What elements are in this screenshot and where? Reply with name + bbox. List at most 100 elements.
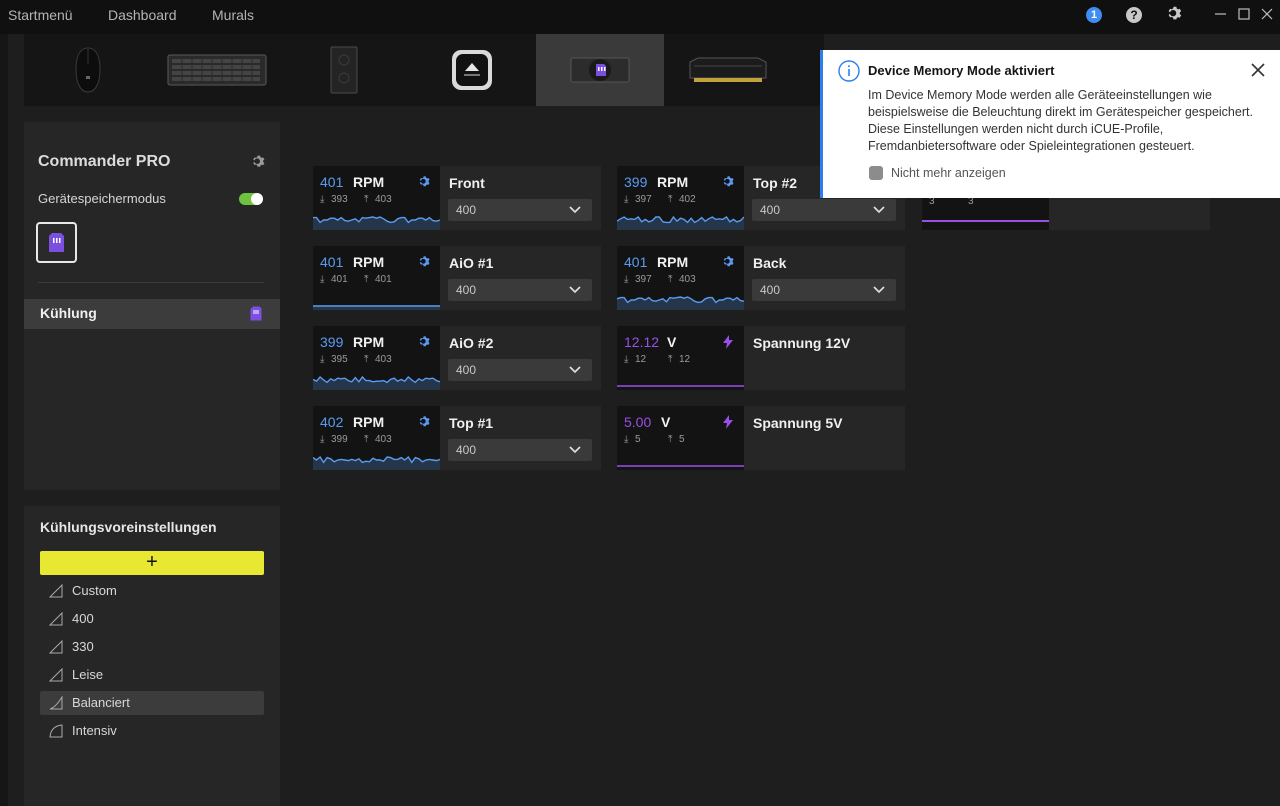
maximize-icon[interactable] [1235,5,1253,23]
preset-item-leise[interactable]: Leise [40,663,264,687]
reading-value: 402 [320,414,344,430]
max-arrow-icon: ⤒ [668,194,673,205]
close-icon[interactable] [1250,62,1266,78]
tile-name: Front [449,175,485,191]
max-label: 12 [679,354,691,365]
tile-monitor: 401 RPM ⤓ 397 ⤒ 403 [617,246,744,310]
preset-label: Custom [72,583,117,598]
preset-dropdown[interactable]: 400 [448,279,592,301]
fan-tile[interactable]: 401 RPM ⤓ 401 ⤒ 401 AiO #1 400 [313,246,601,310]
reading-value: 401 [320,254,344,270]
reading-unit: V [667,334,677,350]
help-icon[interactable]: ? [1126,7,1142,23]
preset-dropdown[interactable]: 400 [448,439,592,461]
left-gutter [8,34,24,806]
category-cooling[interactable]: Kühlung [24,299,280,329]
notification-toast: Device Memory Mode aktiviert Im Device M… [820,50,1280,198]
case-icon [330,46,358,94]
notification-body: Im Device Memory Mode werden alle Geräte… [868,88,1253,153]
dont-show-checkbox[interactable] [869,166,883,180]
close-window-icon[interactable] [1258,5,1276,23]
device-settings-gear-icon[interactable] [250,154,266,170]
chevron-down-icon [569,366,581,374]
spark-line [617,385,744,387]
reading-value: 5.00 [624,414,652,430]
fan-tile[interactable]: 399 RPM ⤓ 395 ⤒ 403 AiO #2 400 [313,326,601,390]
left-edge [0,34,8,806]
minimize-icon[interactable] [1212,5,1230,23]
reading-unit: RPM [353,174,385,190]
preset-dropdown[interactable]: 400 [752,279,896,301]
min-label: 401 [331,274,348,285]
fan-settings-gear-icon[interactable] [417,335,431,349]
device-mouse[interactable] [24,34,152,106]
preset-item-330[interactable]: 330 [40,635,264,659]
chevron-down-icon [569,286,581,294]
max-arrow-icon: ⤒ [364,274,369,285]
min-arrow-icon: ⤓ [624,434,629,445]
notification-badge[interactable]: 1 [1086,7,1102,23]
dropdown-value: 400 [760,203,781,217]
ram-icon [689,57,767,82]
preset-item-400[interactable]: 400 [40,607,264,631]
min-arrow-icon: ⤓ [320,354,325,365]
nav-startmenu[interactable]: Startmenü [8,7,73,23]
fan-settings-gear-icon[interactable] [721,255,735,269]
min-arrow-icon: ⤓ [624,274,629,285]
device-keyboard[interactable] [152,34,280,106]
settings-gear-icon[interactable] [1165,5,1183,23]
reading-value: 399 [320,334,344,350]
fan-settings-gear-icon[interactable] [721,175,735,189]
voltage-tile[interactable]: 5.00 V ⤓ 5 ⤒ 5 Spannung 5V [617,406,905,470]
fan-tile[interactable]: 401 RPM ⤓ 397 ⤒ 403 Back 400 [617,246,905,310]
tile-name: Top #1 [449,415,494,431]
memory-mode-toggle[interactable] [239,193,263,205]
fan-settings-gear-icon[interactable] [417,415,431,429]
min-arrow-icon: ⤓ [320,434,325,445]
tile-monitor: 3 3 [922,196,1049,230]
preset-item-balanciert[interactable]: Balanciert [40,691,264,715]
max-label: 5 [679,434,685,445]
preset-label: 400 [72,611,94,626]
voltage-tile[interactable]: 12.12 V ⤓ 12 ⤒ 12 Spannung 12V [617,326,905,390]
fan-tile[interactable]: 401 RPM ⤓ 393 ⤒ 403 Front 400 [313,166,601,230]
add-preset-button[interactable]: + [40,551,264,575]
preset-dropdown[interactable]: 400 [752,199,896,221]
curve-icon [49,584,63,598]
nav-murals[interactable]: Murals [212,7,254,23]
nav-dashboard[interactable]: Dashboard [108,7,177,23]
curve-icon [49,724,63,738]
device-commander-pro[interactable] [536,34,664,106]
fan-settings-gear-icon[interactable] [417,255,431,269]
preset-item-intensiv[interactable]: Intensiv [40,719,264,743]
preset-dropdown[interactable]: 400 [448,359,592,381]
tile-name: Top #2 [753,175,798,191]
preset-item-custom[interactable]: Custom [40,579,264,603]
title-bar: Startmenü Dashboard Murals 1 ? [0,0,1280,34]
chevron-down-icon [569,206,581,214]
divider [38,282,264,283]
max-label: 403 [375,354,392,365]
device-ram[interactable] [664,34,792,106]
notification-title: Device Memory Mode aktiviert [868,63,1055,78]
fan-settings-gear-icon[interactable] [417,175,431,189]
tile-name: Spannung 5V [753,415,843,431]
spark-line [313,216,440,230]
aio-pump-icon [452,50,492,90]
category-label: Kühlung [40,305,97,321]
preset-dropdown[interactable]: 400 [448,199,592,221]
fan-tile[interactable]: 402 RPM ⤓ 399 ⤒ 403 Top #1 400 [313,406,601,470]
sensor-tile-partial[interactable]: 3 3 [922,196,1210,230]
device-aio-pump[interactable] [408,34,536,106]
tile-monitor: 401 RPM ⤓ 393 ⤒ 403 [313,166,440,230]
spark-line [617,465,744,467]
reading-unit: RPM [657,174,689,190]
max-label: 402 [679,194,696,205]
device-title: Commander PRO [38,153,171,170]
spark-line [617,296,744,310]
min-arrow-icon: ⤓ [624,194,629,205]
device-case[interactable] [280,34,408,106]
min-label: 397 [635,274,652,285]
reading-unit: RPM [353,254,385,270]
memory-card-button[interactable] [36,222,77,263]
